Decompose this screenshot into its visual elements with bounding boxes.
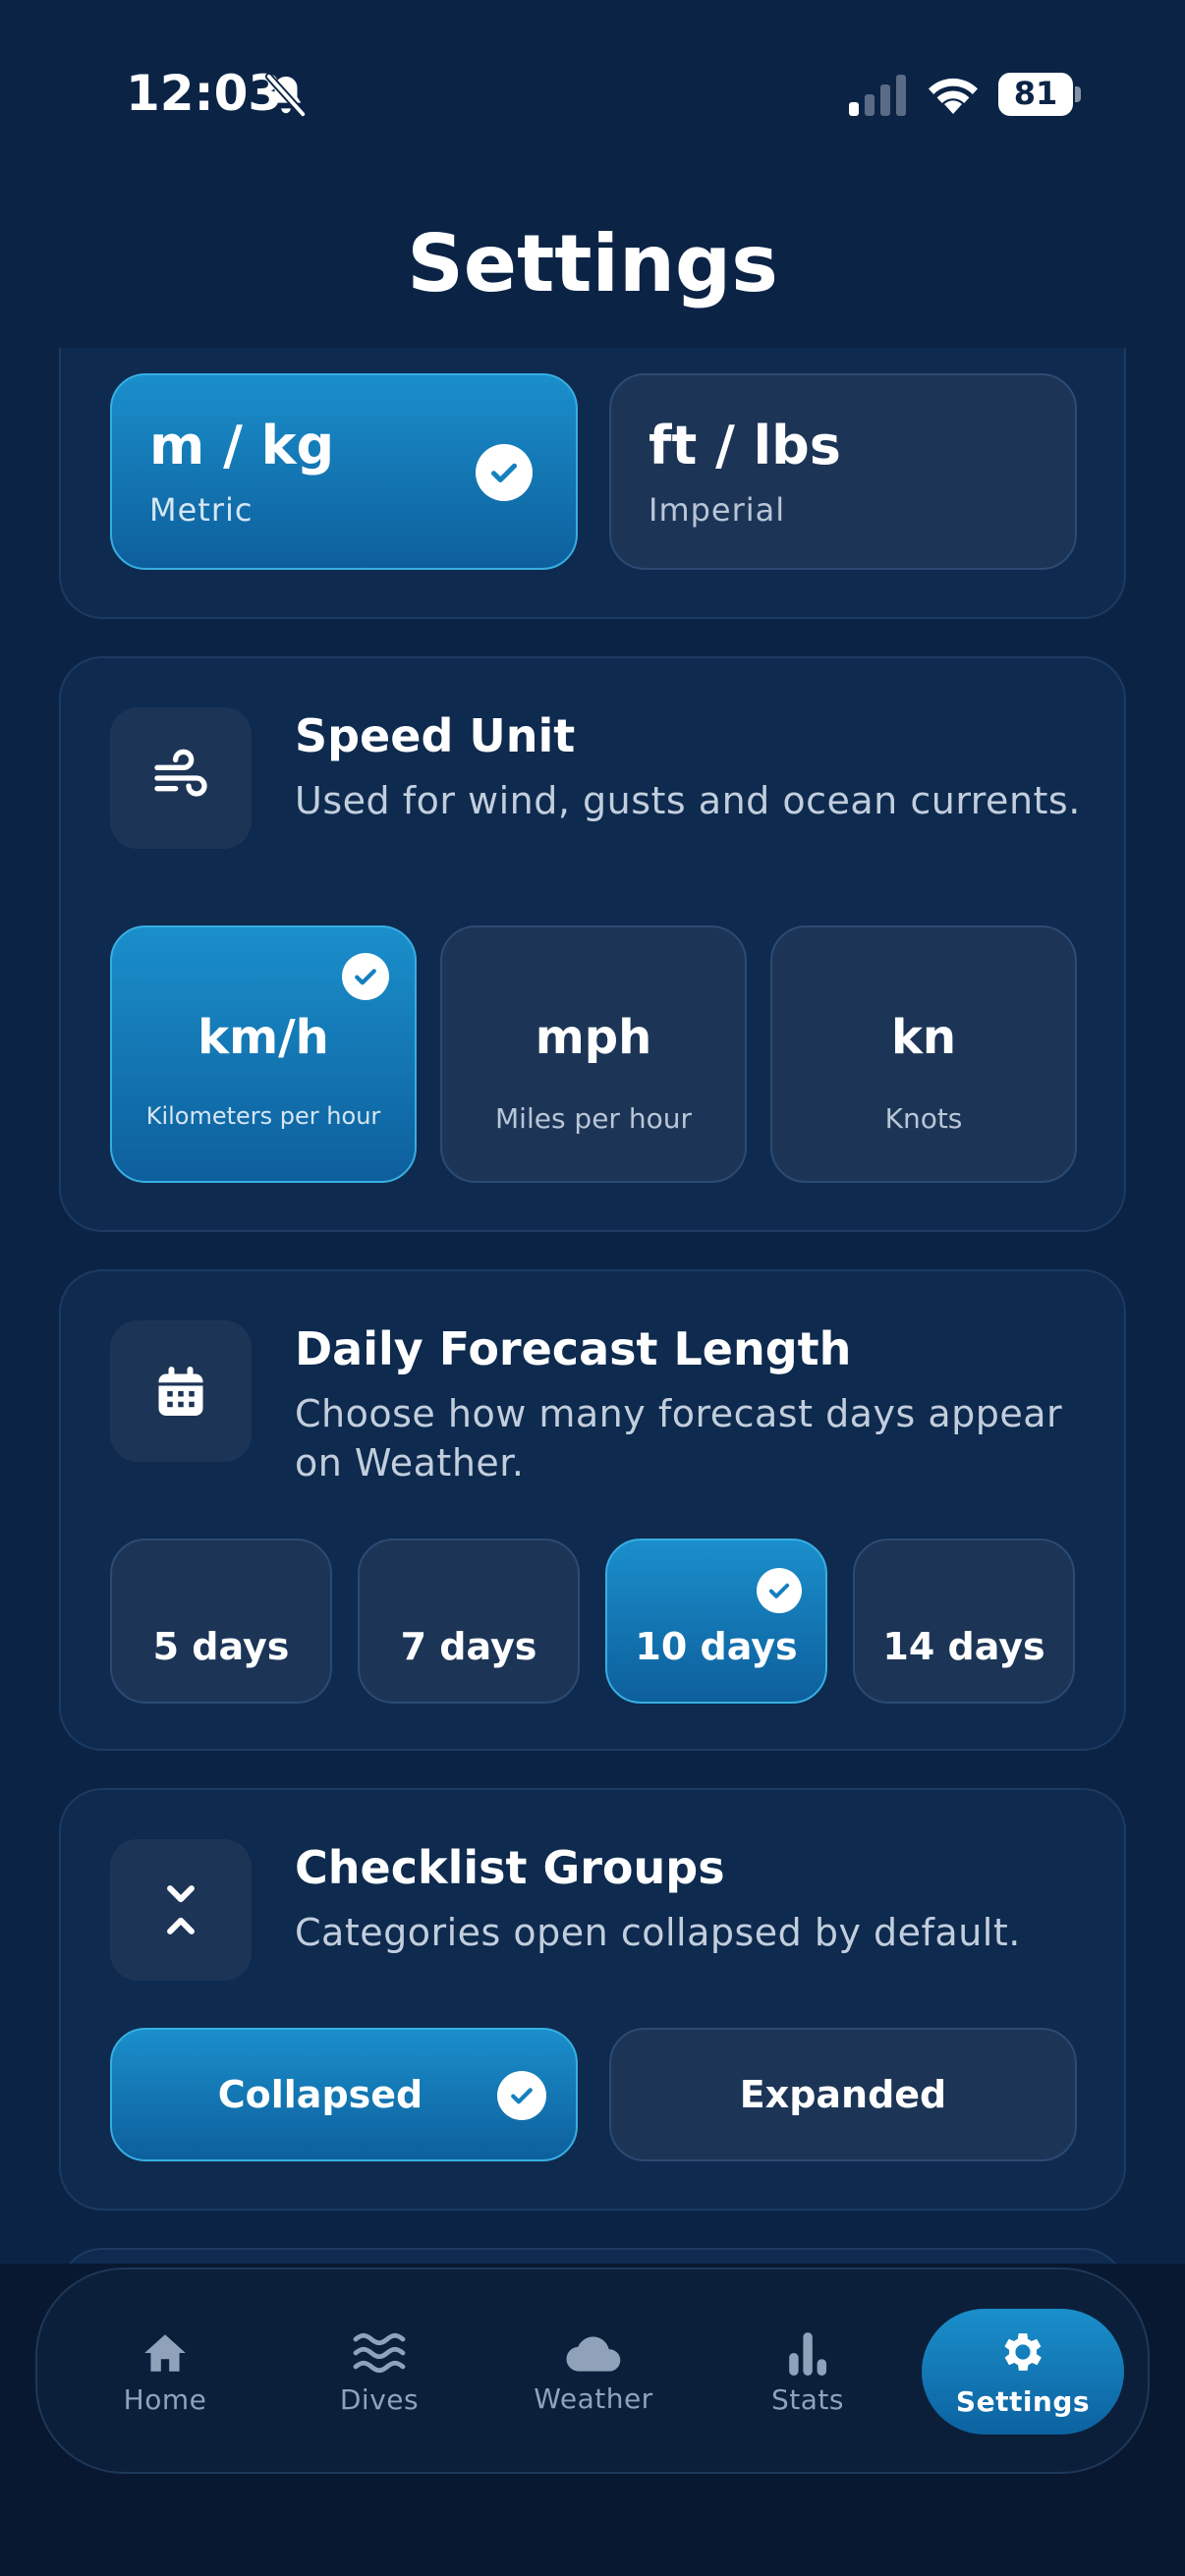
speed-unit-title: Speed Unit — [295, 709, 576, 762]
option-10-days[interactable]: 10 days — [605, 1539, 827, 1704]
option-imperial-subtitle: Imperial — [649, 491, 786, 529]
option-imperial-title: ft / lbs — [649, 415, 841, 476]
status-bar: 12:03 81 — [0, 0, 1185, 187]
option-knots-title: kn — [890, 1010, 957, 1065]
settings-screen: m / kg Metric ft / lbs Imperial Speed Un… — [0, 0, 1185, 2576]
option-kmh-subtitle: Kilometers per hour — [145, 1102, 381, 1130]
option-knots[interactable]: kn Knots — [770, 925, 1077, 1183]
forecast-length-card: Daily Forecast Length Choose how many fo… — [59, 1269, 1126, 1751]
option-10-days-label: 10 days — [635, 1625, 798, 1668]
cell-signal-icon — [849, 75, 906, 116]
option-kmh-title: km/h — [198, 1010, 329, 1065]
option-5-days-label: 5 days — [152, 1625, 290, 1668]
forecast-length-description: Choose how many forecast days appear on … — [295, 1392, 1063, 1484]
tab-bar: Home Dives Weather Stats Settings — [35, 2268, 1150, 2474]
calendar-icon — [110, 1320, 252, 1462]
tab-weather[interactable]: Weather — [495, 2269, 692, 2476]
status-time: 12:03 — [126, 65, 283, 122]
header: 12:03 81 Settings — [0, 0, 1185, 348]
option-metric-title: m / kg — [149, 415, 335, 476]
option-5-days[interactable]: 5 days — [110, 1539, 332, 1704]
tab-stats-label: Stats — [771, 2382, 844, 2416]
collapse-icon — [110, 1839, 252, 1981]
option-collapsed-label: Collapsed — [217, 2073, 423, 2116]
option-expanded[interactable]: Expanded — [609, 2028, 1077, 2161]
option-metric-subtitle: Metric — [149, 491, 254, 529]
check-icon — [342, 953, 389, 1000]
option-expanded-label: Expanded — [739, 2073, 947, 2116]
speed-unit-card: Speed Unit Used for wind, gusts and ocea… — [59, 656, 1126, 1232]
tab-home[interactable]: Home — [67, 2269, 263, 2476]
bar-chart-icon — [789, 2331, 827, 2376]
option-7-days[interactable]: 7 days — [358, 1539, 580, 1704]
option-14-days[interactable]: 14 days — [853, 1539, 1075, 1704]
wind-icon — [110, 707, 252, 849]
gear-icon — [1004, 2332, 1042, 2371]
option-mph-title: mph — [535, 1010, 652, 1065]
tab-settings-label: Settings — [955, 2384, 1091, 2418]
tab-stats[interactable]: Stats — [709, 2269, 906, 2476]
option-imperial[interactable]: ft / lbs Imperial — [609, 373, 1077, 570]
check-icon — [476, 444, 533, 501]
option-metric[interactable]: m / kg Metric — [110, 373, 578, 570]
check-icon — [757, 1568, 802, 1613]
cloud-icon — [566, 2336, 621, 2372]
checklist-groups-description: Categories open collapsed by default. — [295, 1911, 1021, 1954]
speed-unit-description: Used for wind, gusts and ocean currents. — [295, 779, 1081, 822]
bell-slash-icon — [264, 73, 308, 118]
tab-dives[interactable]: Dives — [281, 2269, 478, 2476]
option-mph-subtitle: Miles per hour — [495, 1102, 692, 1135]
option-mph[interactable]: mph Miles per hour — [440, 925, 747, 1183]
tab-weather-label: Weather — [534, 2381, 653, 2415]
tab-settings[interactable]: Settings — [922, 2309, 1124, 2435]
checklist-groups-card: Checklist Groups Categories open collaps… — [59, 1788, 1126, 2211]
forecast-length-title: Daily Forecast Length — [295, 1322, 852, 1375]
home-icon — [144, 2333, 186, 2372]
option-collapsed[interactable]: Collapsed — [110, 2028, 578, 2161]
tab-dives-label: Dives — [339, 2382, 420, 2416]
battery-level: 81 — [1013, 75, 1058, 112]
page-title: Settings — [407, 218, 778, 309]
checklist-groups-title: Checklist Groups — [295, 1841, 725, 1894]
wifi-icon — [929, 78, 978, 114]
option-7-days-label: 7 days — [400, 1625, 537, 1668]
battery-tip — [1075, 86, 1081, 102]
battery-icon: 81 — [998, 73, 1081, 116]
option-kmh[interactable]: km/h Kilometers per hour — [110, 925, 417, 1183]
check-icon — [497, 2071, 546, 2120]
option-knots-subtitle: Knots — [884, 1102, 963, 1135]
option-14-days-label: 14 days — [882, 1625, 1045, 1668]
tab-home-label: Home — [123, 2382, 207, 2416]
waves-icon — [353, 2332, 406, 2373]
